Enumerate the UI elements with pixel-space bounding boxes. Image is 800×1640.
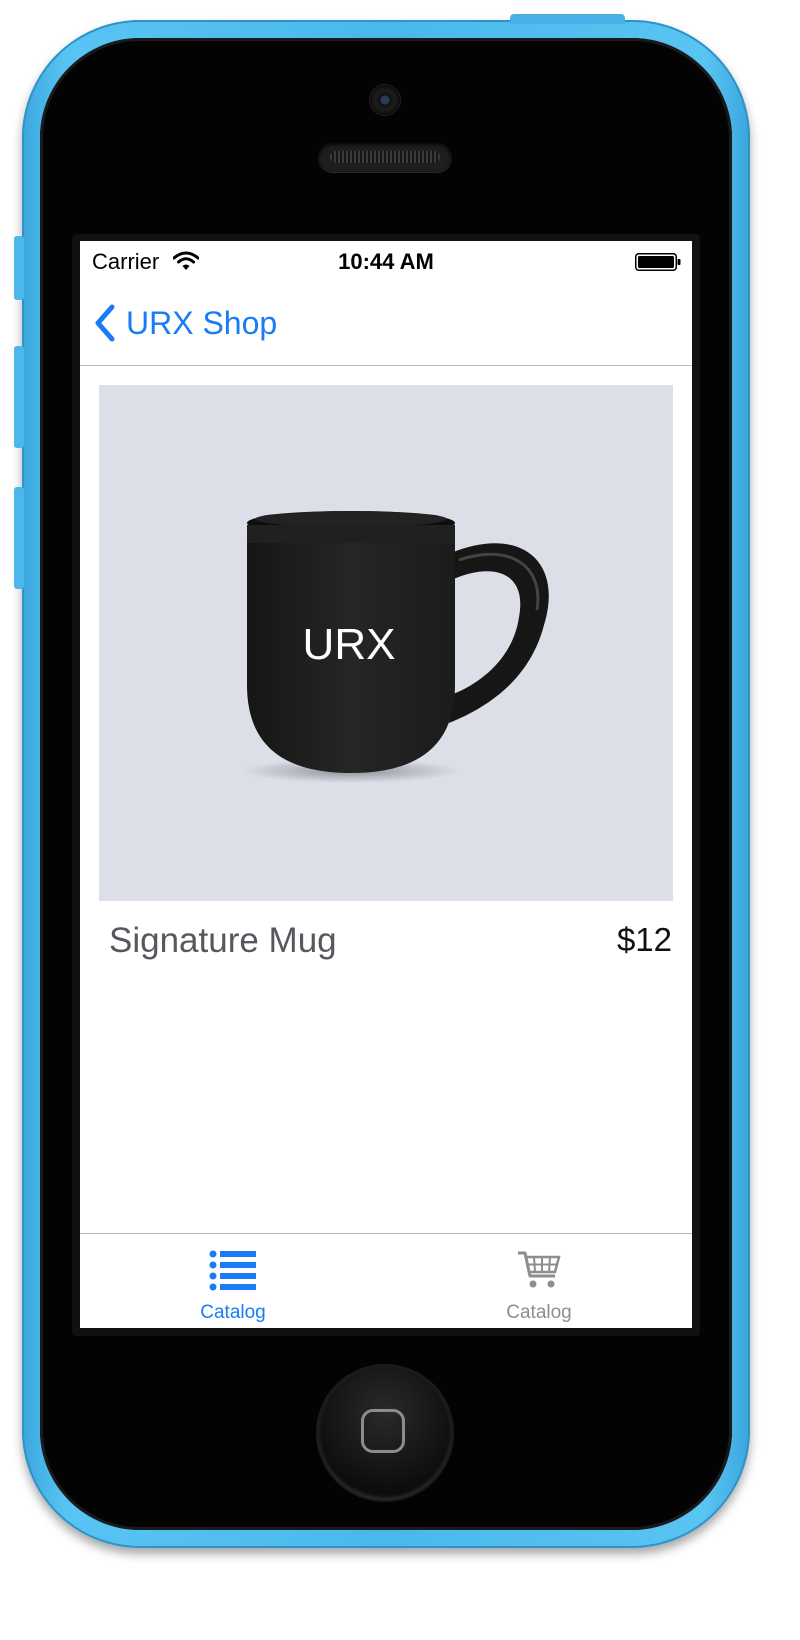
mute-switch [14, 236, 24, 300]
navigation-bar: URX Shop [80, 281, 692, 366]
cart-icon [518, 1251, 561, 1288]
back-button[interactable]: URX Shop [94, 301, 277, 345]
volume-up-button [14, 346, 24, 448]
chevron-left-icon [95, 304, 115, 342]
tab-cart-label: Catalog [506, 1302, 572, 1323]
tab-catalog-label: Catalog [200, 1302, 266, 1323]
product-name: Signature Mug [109, 921, 337, 960]
mug-logo: URX [303, 620, 396, 669]
product-price: $12 [616, 921, 672, 958]
mug-illustration: URX [241, 511, 549, 783]
home-button[interactable] [318, 1366, 452, 1500]
earpiece-speaker [318, 142, 452, 172]
status-time: 10:44 AM [338, 249, 434, 274]
status-bar: Carrier 10:44 AM [80, 241, 692, 281]
product-image: URX [99, 385, 673, 901]
front-camera [370, 85, 400, 115]
tab-catalog[interactable]: Catalog [80, 1234, 386, 1328]
battery-icon [635, 253, 681, 271]
tab-bar: Catalog Catalog [80, 1233, 692, 1328]
tab-cart[interactable]: Catalog [386, 1234, 692, 1328]
volume-down-button [14, 487, 24, 589]
list-icon [209, 1250, 256, 1291]
power-button [510, 14, 625, 24]
home-square-icon [361, 1409, 405, 1453]
screen: Carrier 10:44 AM URX Shop URX Signature … [80, 241, 692, 1328]
back-button-label: URX Shop [126, 304, 278, 341]
